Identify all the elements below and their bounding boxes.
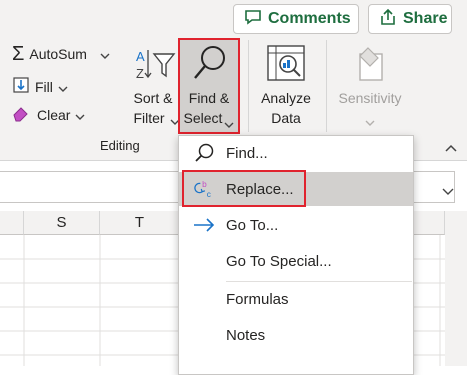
search-icon [193, 142, 215, 164]
fill-down-icon [12, 76, 30, 97]
fill-button[interactable]: Fill [12, 76, 68, 97]
chevron-down-icon [58, 79, 68, 95]
menu-item-notes[interactable]: Notes [179, 318, 413, 352]
clear-button[interactable]: Clear [12, 104, 85, 125]
chevron-down-icon [100, 46, 110, 62]
analyze-data-button[interactable]: Analyze Data [252, 40, 320, 132]
menu-item-label: Notes [226, 326, 266, 344]
comments-button[interactable]: Comments [233, 4, 359, 34]
autosum-button[interactable]: Σ AutoSum [12, 43, 110, 65]
menu-item-go-to-special[interactable]: Go To Special... [179, 244, 413, 278]
eraser-icon [12, 104, 32, 125]
sensitivity-icon [354, 44, 388, 87]
sigma-icon: Σ [12, 43, 25, 65]
svg-text:A: A [136, 49, 145, 64]
svg-text:Z: Z [136, 66, 144, 81]
find-select-highlight [178, 38, 240, 134]
chevron-down-icon[interactable] [442, 183, 454, 201]
fill-label: Fill [35, 78, 53, 95]
vertical-scrollbar[interactable] [445, 211, 467, 366]
comment-icon [244, 9, 262, 30]
share-icon [379, 8, 397, 31]
menu-item-find[interactable]: Find... [179, 136, 413, 170]
analyze-data-icon [266, 44, 306, 87]
arrow-right-icon [193, 214, 215, 236]
share-button[interactable]: Share [368, 4, 452, 34]
column-header-t[interactable]: T [100, 211, 180, 235]
autosum-label: AutoSum [29, 46, 87, 62]
comments-label: Comments [268, 10, 351, 27]
sensitivity-button[interactable]: Sensitivity [332, 40, 408, 132]
sort-filter-icon: A Z [134, 46, 176, 87]
sort-filter-label-line2: Filter [133, 110, 165, 126]
sensitivity-label: Sensitivity [338, 90, 402, 106]
sort-filter-label-line1: Sort & [133, 90, 173, 106]
group-divider [248, 40, 249, 132]
share-label: Share [403, 10, 448, 27]
chevron-down-icon [75, 107, 85, 123]
menu-item-label: Find... [226, 144, 268, 162]
chevron-down-icon [365, 113, 375, 131]
replace-highlight [182, 170, 306, 207]
analyze-data-label-line1: Analyze [261, 90, 311, 106]
menu-item-label: Formulas [226, 290, 289, 308]
analyze-data-label-line2: Data [271, 110, 301, 126]
sort-filter-button[interactable]: A Z Sort & Filter [128, 40, 180, 136]
group-divider [326, 40, 327, 132]
menu-item-label: Go To Special... [226, 252, 332, 270]
menu-item-go-to[interactable]: Go To... [179, 208, 413, 242]
corner-header[interactable] [0, 211, 24, 235]
menu-item-formulas[interactable]: Formulas [179, 282, 413, 316]
menu-item-label: Go To... [226, 216, 279, 234]
collapse-ribbon-icon[interactable] [444, 140, 458, 158]
clear-label: Clear [37, 106, 71, 123]
editing-group-label: Editing [100, 138, 140, 153]
column-header-s[interactable]: S [24, 211, 100, 235]
